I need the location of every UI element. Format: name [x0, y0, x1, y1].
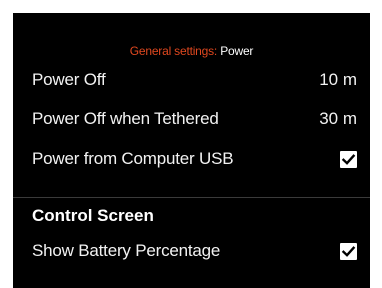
setting-label: Power Off — [32, 70, 106, 89]
setting-power-off-tethered[interactable]: Power Off when Tethered 30 m — [13, 100, 370, 136]
setting-value[interactable]: 10 m — [319, 70, 357, 90]
checkmark-icon — [341, 154, 356, 165]
setting-value[interactable]: 30 m — [319, 109, 357, 129]
checkmark-icon — [341, 246, 356, 257]
breadcrumb-current: Power — [220, 44, 254, 58]
breadcrumb-parent[interactable]: General settings: — [130, 44, 218, 58]
setting-label: Power Off when Tethered — [32, 109, 219, 128]
setting-show-battery-percentage[interactable]: Show Battery Percentage — [13, 232, 370, 268]
control-screen-heading: Control Screen — [32, 206, 154, 225]
show-battery-percentage-checkbox[interactable] — [340, 243, 357, 260]
setting-label: Power from Computer USB — [32, 149, 234, 168]
power-from-usb-checkbox[interactable] — [340, 151, 357, 168]
setting-label: Show Battery Percentage — [32, 241, 221, 260]
breadcrumb: General settings: Power — [13, 44, 370, 58]
setting-power-off[interactable]: Power Off 10 m — [13, 61, 370, 97]
power-settings-screen: General settings: Power Power Off 10 m P… — [13, 13, 370, 288]
setting-power-from-usb[interactable]: Power from Computer USB — [13, 140, 370, 176]
section-divider — [13, 197, 370, 198]
